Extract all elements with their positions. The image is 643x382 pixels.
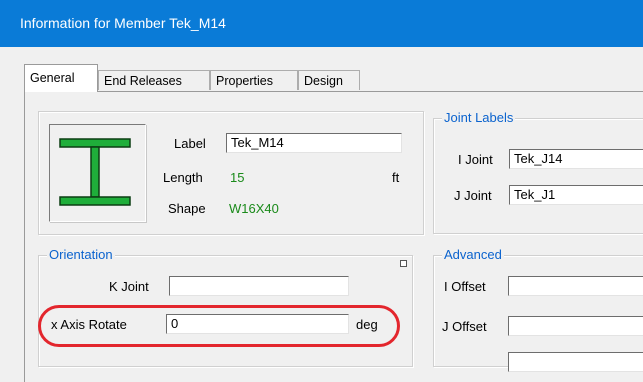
tab-design[interactable]: Design [298, 70, 360, 90]
i-offset-caption: I Offset [444, 279, 486, 294]
advanced-field-3[interactable] [508, 352, 643, 372]
k-joint-caption: K Joint [109, 279, 149, 294]
k-joint-field[interactable] [169, 276, 349, 296]
tab-general[interactable]: General [24, 64, 98, 92]
label-field[interactable]: Tek_M14 [226, 133, 402, 153]
advanced-group: Advanced I Offset J Offset [433, 247, 643, 372]
i-joint-field[interactable]: Tek_J14 [509, 149, 643, 169]
orientation-group: Orientation K Joint x Axis Rotate 0 deg [38, 247, 413, 367]
j-joint-caption: J Joint [454, 188, 492, 203]
x-axis-rotate-unit: deg [356, 317, 378, 332]
j-joint-field[interactable]: Tek_J1 [509, 185, 643, 205]
length-value: 15 [230, 170, 245, 185]
i-beam-icon [59, 138, 131, 206]
tab-properties[interactable]: Properties [210, 70, 298, 90]
joint-labels-group: Joint Labels I Joint Tek_J14 J Joint Tek… [433, 110, 643, 234]
x-axis-rotate-caption: x Axis Rotate [51, 317, 127, 332]
j-offset-field[interactable] [508, 316, 643, 336]
title-bar[interactable]: Information for Member Tek_M14 [0, 0, 643, 47]
member-shape-preview [49, 124, 146, 222]
length-unit: ft [392, 170, 400, 185]
length-caption: Length [163, 170, 203, 185]
joint-labels-legend: Joint Labels [442, 110, 516, 126]
x-axis-rotate-field[interactable]: 0 [166, 314, 349, 334]
window-title: Information for Member Tek_M14 [20, 15, 226, 31]
orientation-legend: Orientation [47, 247, 115, 263]
i-joint-caption: I Joint [458, 152, 493, 167]
expand-box-icon[interactable] [400, 260, 407, 267]
shape-caption: Shape [168, 201, 206, 216]
label-caption: Label [174, 136, 206, 151]
j-offset-caption: J Offset [442, 319, 487, 334]
i-offset-field[interactable] [508, 276, 643, 296]
tab-end-releases[interactable]: End Releases [98, 70, 210, 90]
advanced-legend: Advanced [442, 247, 504, 263]
member-info-group: Label Tek_M14 Length 15 ft Shape W16X40 [38, 111, 424, 235]
shape-value: W16X40 [229, 201, 279, 216]
